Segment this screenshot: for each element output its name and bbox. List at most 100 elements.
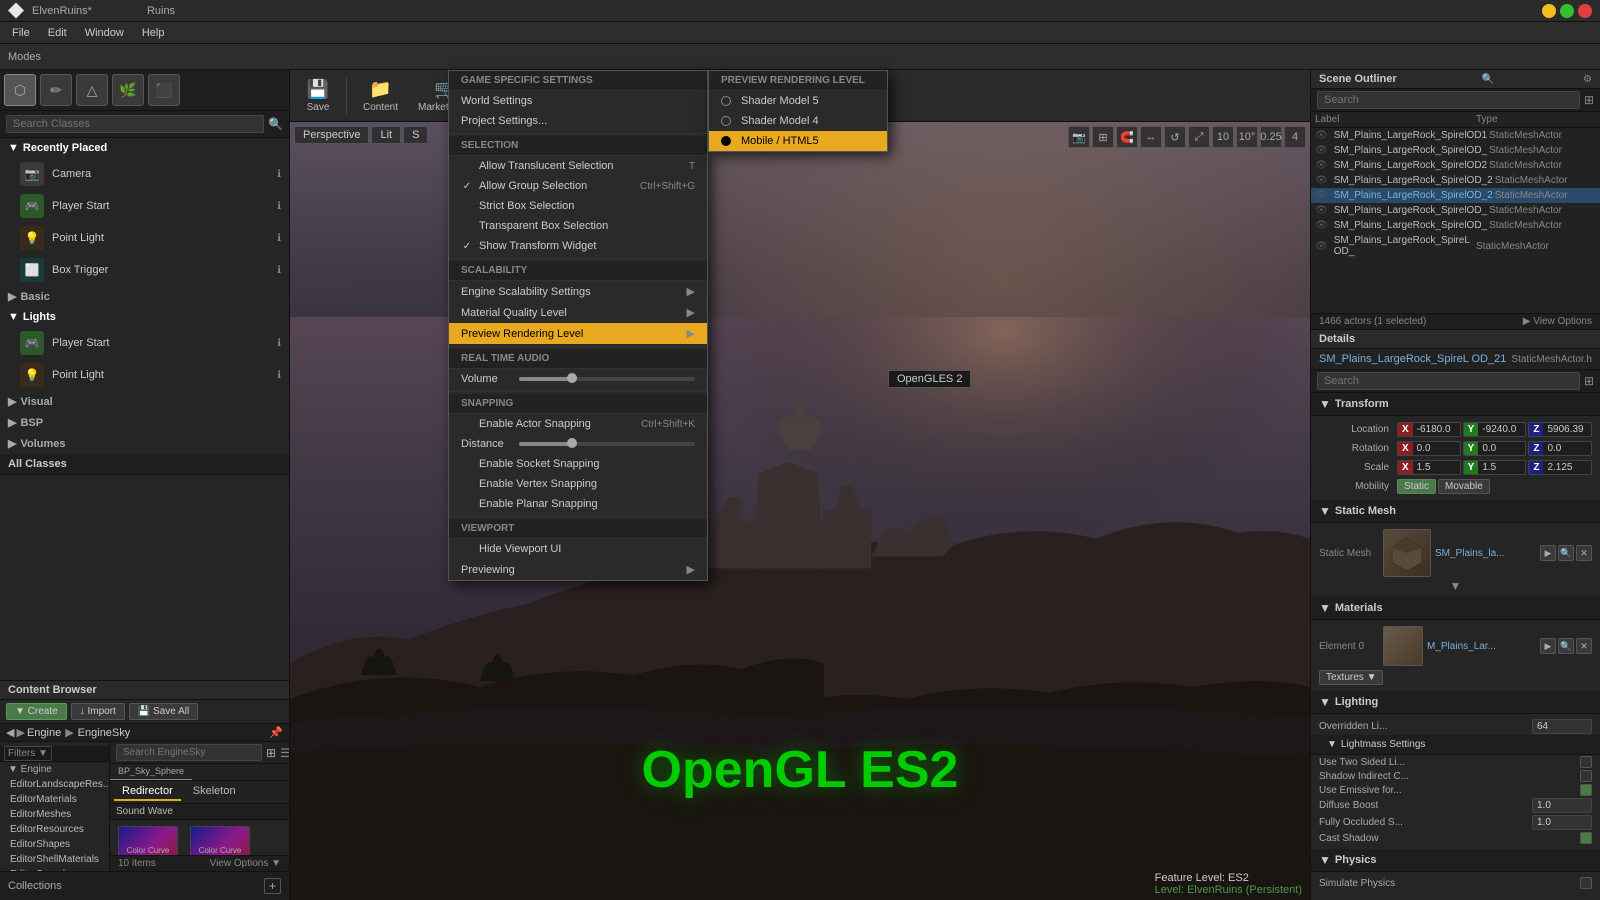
dp-simulate-physics-check[interactable] — [1580, 877, 1592, 889]
cb-tab-particle[interactable]: BP_Sky_Sphere — [110, 764, 192, 780]
so-search-input[interactable] — [1317, 91, 1580, 109]
toolbar-save[interactable]: 💾 Save — [298, 75, 338, 117]
dp-material-browse[interactable]: ▶ — [1540, 638, 1556, 654]
cb-path-pin[interactable]: 📌 — [269, 726, 283, 739]
collections-add-btn[interactable]: + — [264, 878, 281, 894]
category-recently-placed[interactable]: ▼ Recently Placed — [0, 138, 289, 158]
preview-mobile-html5[interactable]: Mobile / HTML5 — [709, 131, 887, 151]
dp-rotation-z[interactable]: Z 0.0 — [1528, 441, 1592, 456]
item-player-start[interactable]: 🎮 Player Start ℹ — [0, 190, 289, 222]
so-item[interactable]: 👁 SM_Plains_LargeRock_SpirelOD_ StaticMe… — [1311, 218, 1600, 233]
dd-volume-slider[interactable] — [519, 377, 695, 381]
item-lights-player-start[interactable]: 🎮 Player Start ℹ — [0, 327, 289, 359]
so-item[interactable]: 👁 SM_Plains_LargeRock_SpirelOD1 StaticMe… — [1311, 128, 1600, 143]
dp-staticmesh-expand-icon[interactable]: ▼ — [1450, 579, 1462, 593]
dp-materials-header[interactable]: ▼ Materials — [1311, 597, 1600, 620]
cb-view-list[interactable]: ☰ — [280, 746, 289, 760]
category-bsp[interactable]: ▶ BSP — [0, 412, 289, 433]
cb-folder-engine[interactable]: ▼ Engine — [4, 762, 109, 777]
vp-perspective-btn[interactable]: Perspective — [294, 126, 369, 144]
vp-camera-icon[interactable]: 📷 — [1068, 126, 1090, 148]
category-all-classes[interactable]: All Classes — [0, 454, 289, 475]
dd-project-settings[interactable]: Project Settings... — [449, 111, 707, 131]
place-mode-btn-paint[interactable]: ✏ — [40, 74, 72, 106]
toolbar-content[interactable]: 📁 Content — [355, 75, 406, 117]
dd-allow-group[interactable]: ✓ Allow Group Selection Ctrl+Shift+G — [449, 176, 707, 196]
dd-planar-snapping[interactable]: Enable Planar Snapping — [449, 494, 707, 514]
dp-shadow-indirect-check[interactable] — [1580, 770, 1592, 782]
cb-tab-redirector[interactable]: Redirector — [114, 783, 181, 801]
cb-asset-item[interactable]: Color Curve BP_Sky_Spher... — [114, 824, 182, 855]
dd-hide-viewport[interactable]: Hide Viewport UI — [449, 539, 707, 559]
dp-staticmesh-header[interactable]: ▼ Static Mesh — [1311, 500, 1600, 523]
so-item[interactable]: 👁 SM_Plains_LargeRock_SpirelOD_ StaticMe… — [1311, 143, 1600, 158]
preview-rendering-submenu[interactable]: Preview Rendering Level Shader Model 5 S… — [708, 70, 888, 152]
dp-staticmesh-browse[interactable]: ▶ — [1540, 545, 1556, 561]
dp-occluded-val[interactable]: 1.0 — [1532, 815, 1592, 830]
dp-lighting-header[interactable]: ▼ Lighting — [1311, 691, 1600, 714]
place-mode-btn-place[interactable]: ⬡ — [4, 74, 36, 106]
dp-movable-btn[interactable]: Movable — [1438, 479, 1490, 494]
so-item[interactable]: 👁 SM_Plains_LargeRock_SpirelOD2 StaticMe… — [1311, 158, 1600, 173]
cb-create-btn[interactable]: ▼ Create — [6, 703, 67, 720]
vp-lod-icon[interactable]: 4 — [1284, 126, 1306, 148]
cb-folder-item[interactable]: EditorResources — [4, 822, 109, 837]
so-settings-icon[interactable]: ⚙ — [1583, 74, 1592, 85]
vp-rotate-icon[interactable]: ↺ — [1164, 126, 1186, 148]
dp-staticmesh-search[interactable]: 🔍 — [1558, 545, 1574, 561]
dd-strict-box[interactable]: Strict Box Selection — [449, 196, 707, 216]
dp-cast-shadow-check[interactable] — [1580, 832, 1592, 844]
dp-location-y[interactable]: Y -9240.0 — [1463, 422, 1527, 437]
settings-dropdown[interactable]: Game Specific Settings World Settings Pr… — [448, 70, 708, 581]
dd-engine-scalability[interactable]: Engine Scalability Settings ▶ — [449, 281, 707, 302]
cb-folder-item[interactable]: EditorShellMaterials — [4, 852, 109, 867]
dd-allow-translucent[interactable]: Allow Translucent Selection T — [449, 156, 707, 176]
dd-previewing[interactable]: Previewing ▶ — [449, 559, 707, 580]
dp-material-search[interactable]: 🔍 — [1558, 638, 1574, 654]
place-mode-btn-mesh[interactable]: ⬛ — [148, 74, 180, 106]
dp-material-clear[interactable]: ✕ — [1576, 638, 1592, 654]
vp-mode-btn[interactable]: S — [403, 126, 428, 144]
category-basic[interactable]: ▶ Basic — [0, 286, 289, 307]
item-point-light[interactable]: 💡 Point Light ℹ — [0, 222, 289, 254]
menu-file[interactable]: File — [4, 25, 38, 41]
dd-distance-slider[interactable] — [519, 442, 695, 446]
dp-grid-icon[interactable]: ⊞ — [1584, 374, 1594, 388]
dp-two-sided-check[interactable] — [1580, 756, 1592, 768]
cb-view-grid[interactable]: ⊞ — [266, 746, 276, 760]
cb-folder-item[interactable]: EditorMeshes — [4, 807, 109, 822]
cb-save-all-btn[interactable]: 💾 Save All — [129, 703, 198, 720]
dp-physics-header[interactable]: ▼ Physics — [1311, 849, 1600, 872]
so-view-options[interactable]: ▶ View Options — [1523, 316, 1592, 327]
dp-lightmass-header[interactable]: ▼ Lightmass Settings — [1311, 735, 1600, 755]
dp-location-z[interactable]: Z 5906.39 — [1528, 422, 1592, 437]
place-mode-btn-foliage[interactable]: 🌿 — [112, 74, 144, 106]
cb-filters-btn[interactable]: Filters ▼ — [4, 746, 52, 761]
item-box-trigger[interactable]: ⬜ Box Trigger ℹ — [0, 254, 289, 286]
menu-help[interactable]: Help — [134, 25, 173, 41]
cb-search-input[interactable] — [116, 744, 262, 761]
maximize-button[interactable] — [1560, 4, 1574, 18]
cb-path-engine[interactable]: Engine — [27, 727, 61, 739]
category-visual[interactable]: ▶ Visual — [0, 391, 289, 412]
menu-edit[interactable]: Edit — [40, 25, 75, 41]
cb-import-btn[interactable]: ↓ Import — [71, 703, 125, 720]
so-item[interactable]: 👁 SM_Plains_LargeRock_SpirelOD_2 StaticM… — [1311, 188, 1600, 203]
vp-lit-btn[interactable]: Lit — [371, 126, 401, 144]
preview-shader-model-4[interactable]: Shader Model 4 — [709, 111, 887, 131]
dp-scale-x[interactable]: X 1.5 — [1397, 460, 1461, 475]
item-camera[interactable]: 📷 Camera ℹ — [0, 158, 289, 190]
cb-nav-back[interactable]: ◀ — [6, 726, 14, 739]
dp-static-btn[interactable]: Static — [1397, 479, 1436, 494]
dd-vertex-snapping[interactable]: Enable Vertex Snapping — [449, 474, 707, 494]
dp-scale-y[interactable]: Y 1.5 — [1463, 460, 1527, 475]
dd-show-transform[interactable]: ✓ Show Transform Widget — [449, 236, 707, 256]
dp-staticmesh-clear[interactable]: ✕ — [1576, 545, 1592, 561]
dd-material-quality[interactable]: Material Quality Level ▶ — [449, 302, 707, 323]
cb-folder-item[interactable]: EditorLandscapeRes... — [4, 777, 109, 792]
vp-grid-icon[interactable]: ⊞ — [1092, 126, 1114, 148]
dp-transform-header[interactable]: ▼ Transform — [1311, 393, 1600, 416]
dd-socket-snapping[interactable]: Enable Socket Snapping — [449, 454, 707, 474]
dp-rotation-y[interactable]: Y 0.0 — [1463, 441, 1527, 456]
close-button[interactable] — [1578, 4, 1592, 18]
